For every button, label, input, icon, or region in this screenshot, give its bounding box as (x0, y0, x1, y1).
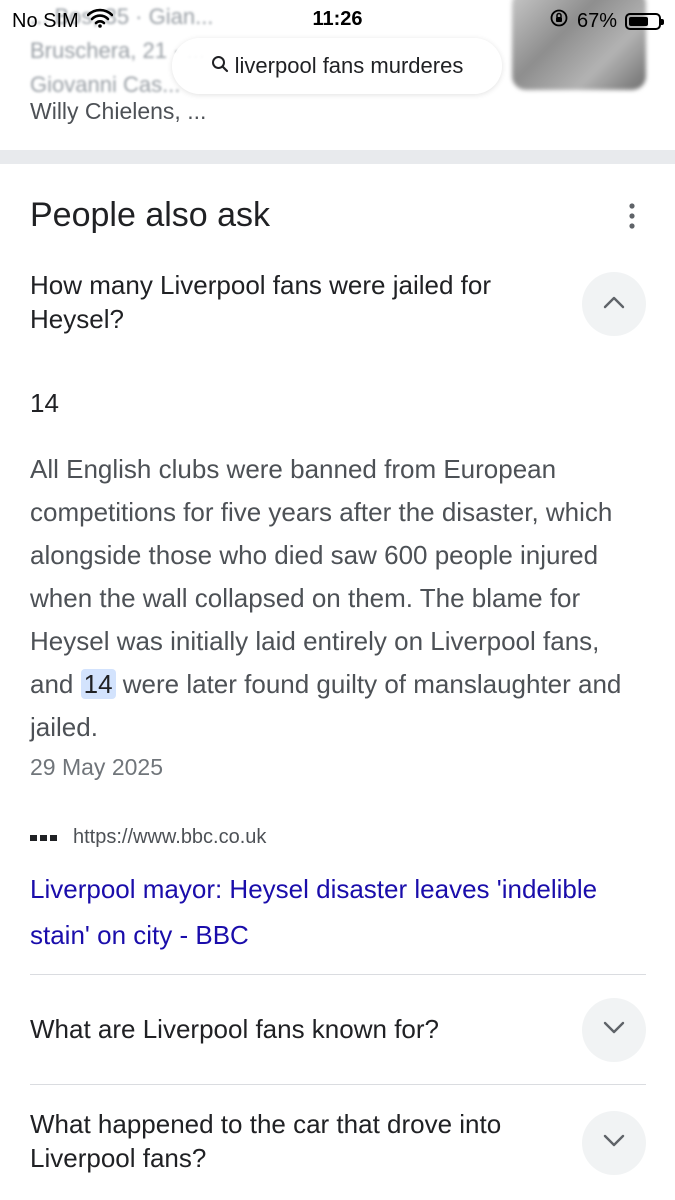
battery-icon (625, 12, 664, 30)
battery-percent: 67% (576, 9, 617, 32)
chevron-down-icon (603, 1021, 625, 1040)
source-site[interactable]: https://www.bbc.co.uk (30, 826, 266, 849)
search-icon (211, 53, 229, 79)
chevron-down-icon (603, 1134, 625, 1153)
paa-heading: People also ask (30, 196, 271, 234)
answer-date: 29 May 2025 (30, 754, 163, 780)
divider (30, 1084, 646, 1085)
expand-button[interactable] (582, 1111, 646, 1175)
more-vert-icon[interactable] (620, 200, 644, 232)
orientation-lock-icon (549, 8, 569, 34)
featured-answer: 14 (30, 388, 59, 418)
paa-question[interactable]: What happened to the car that drove into… (30, 1107, 560, 1175)
expand-button[interactable] (582, 998, 646, 1062)
answer-snippet: All English clubs were banned from Europ… (30, 454, 622, 742)
search-query-pill[interactable]: liverpool fans murderes (172, 38, 502, 94)
collapse-button[interactable] (582, 272, 646, 336)
source-url: https://www.bbc.co.uk (73, 826, 267, 848)
chevron-up-icon (603, 295, 625, 314)
section-divider (0, 150, 675, 164)
divider (30, 974, 646, 975)
paa-question-expanded[interactable]: How many Liverpool fans were jailed for … (30, 268, 560, 336)
favicon-icon (30, 834, 57, 841)
status-bar: No SIM 11:26 67% (0, 0, 675, 40)
paa-question[interactable]: What are Liverpool fans known for? (30, 1012, 560, 1046)
search-query-text: liverpool fans murderes (234, 53, 464, 78)
source-title-link[interactable]: Liverpool mayor: Heysel disaster leaves … (30, 866, 630, 958)
previous-result-tail: Willy Chielens, ... (30, 98, 207, 124)
answer-highlight: 14 (80, 669, 116, 699)
